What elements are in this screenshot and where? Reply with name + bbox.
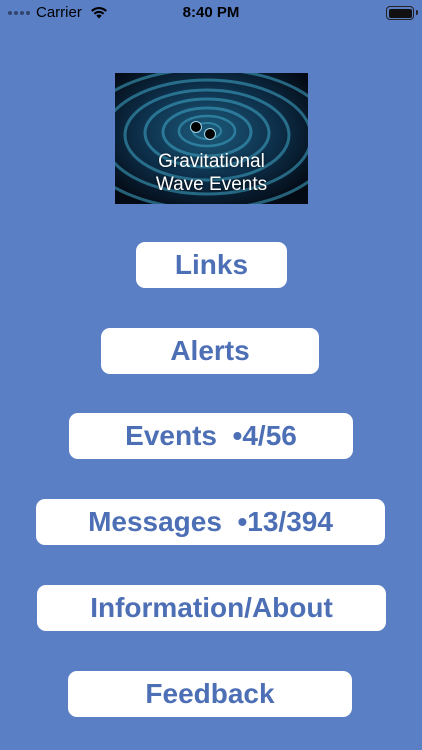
logo-title-line2: Wave Events [155,174,268,195]
messages-button-label: Messages •13/394 [88,506,333,537]
information-about-button-label: Information/About [90,592,333,623]
alerts-button[interactable]: Alerts [101,328,319,374]
events-button-label: Events •4/56 [125,420,297,451]
feedback-button-label: Feedback [145,678,275,709]
messages-button[interactable]: Messages •13/394 [36,499,385,545]
alerts-button-label: Alerts [170,335,250,366]
events-button[interactable]: Events •4/56 [69,413,353,459]
battery-icon [386,6,418,20]
links-button-label: Links [174,249,249,280]
information-about-button[interactable]: Information/About [37,585,386,631]
logo-title-line1: Gravitational [158,151,265,172]
status-time: 8:40 PM [182,4,240,21]
logo-title: Gravitational Wave Events [115,150,308,196]
status-bar: Carrier 8:40 PM [0,0,422,28]
links-button[interactable]: Links [136,242,287,288]
app-logo: Gravitational Wave Events [115,73,308,204]
feedback-button[interactable]: Feedback [68,671,352,717]
